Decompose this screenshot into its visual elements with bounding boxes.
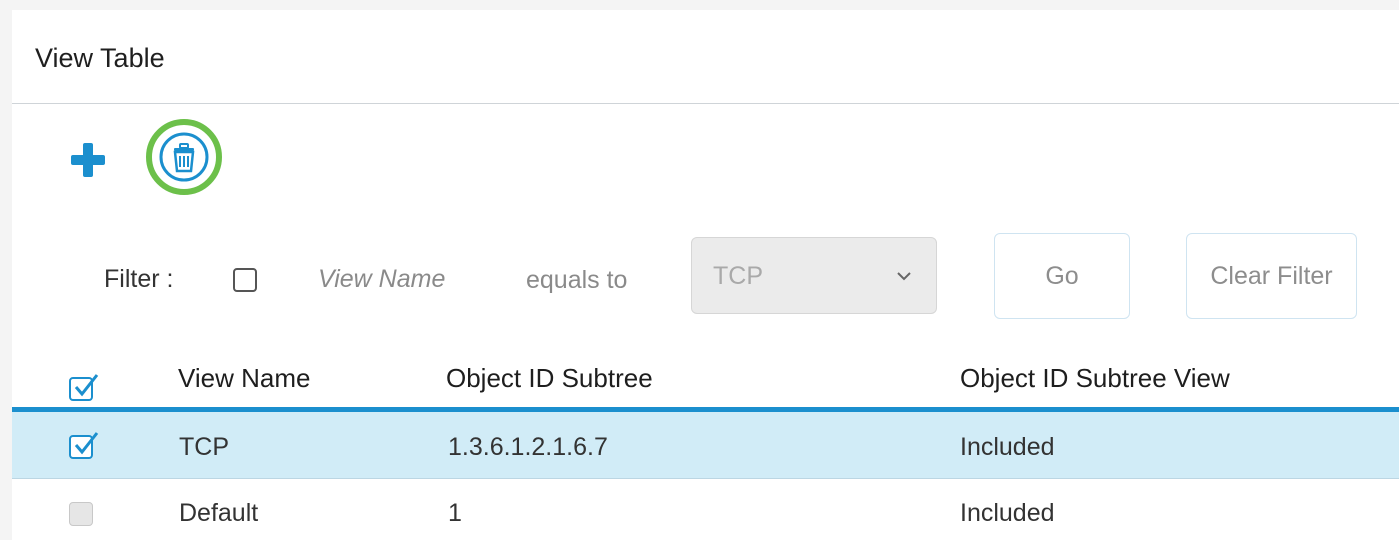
view-table-panel: View Table Filter : View Name equals to … bbox=[12, 10, 1399, 540]
clear-filter-button[interactable]: Clear Filter bbox=[1186, 233, 1357, 319]
table-header: View Name Object ID Subtree Object ID Su… bbox=[12, 355, 1399, 407]
filter-operator: equals to bbox=[526, 266, 628, 294]
cell-oid-view: Included bbox=[960, 499, 1055, 527]
row-checkbox[interactable] bbox=[69, 432, 99, 459]
checkmark-icon bbox=[74, 432, 99, 455]
column-header-view-name[interactable]: View Name bbox=[178, 363, 310, 394]
cell-oid-view: Included bbox=[960, 433, 1055, 461]
select-all-checkbox[interactable] bbox=[69, 374, 99, 401]
filter-select-value: TCP bbox=[713, 262, 763, 290]
cell-view-name: TCP bbox=[179, 433, 229, 461]
go-button[interactable]: Go bbox=[994, 233, 1130, 319]
table-row[interactable]: TCP 1.3.6.1.2.1.6.7 Included bbox=[12, 412, 1399, 479]
cell-oid-subtree: 1 bbox=[448, 499, 462, 527]
delete-button[interactable] bbox=[144, 117, 224, 197]
filter-field-name: View Name bbox=[318, 265, 446, 293]
trash-icon bbox=[146, 119, 222, 195]
column-header-oid-subtree[interactable]: Object ID Subtree bbox=[446, 363, 653, 394]
filter-label: Filter : bbox=[104, 265, 174, 293]
row-checkbox[interactable] bbox=[69, 502, 93, 526]
title-divider bbox=[12, 103, 1399, 104]
column-header-oid-subtree-view[interactable]: Object ID Subtree View bbox=[960, 363, 1230, 394]
filter-value-select[interactable]: TCP bbox=[691, 237, 937, 314]
chevron-down-icon bbox=[897, 272, 911, 281]
table-row[interactable]: Default 1 Included bbox=[12, 479, 1399, 540]
checkmark-icon bbox=[74, 374, 99, 397]
add-button[interactable] bbox=[68, 140, 108, 180]
cell-view-name: Default bbox=[179, 499, 259, 527]
cell-oid-subtree: 1.3.6.1.2.1.6.7 bbox=[448, 433, 608, 461]
panel-title: View Table bbox=[35, 43, 165, 73]
filter-enable-checkbox[interactable] bbox=[233, 268, 257, 292]
plus-icon bbox=[71, 143, 105, 177]
